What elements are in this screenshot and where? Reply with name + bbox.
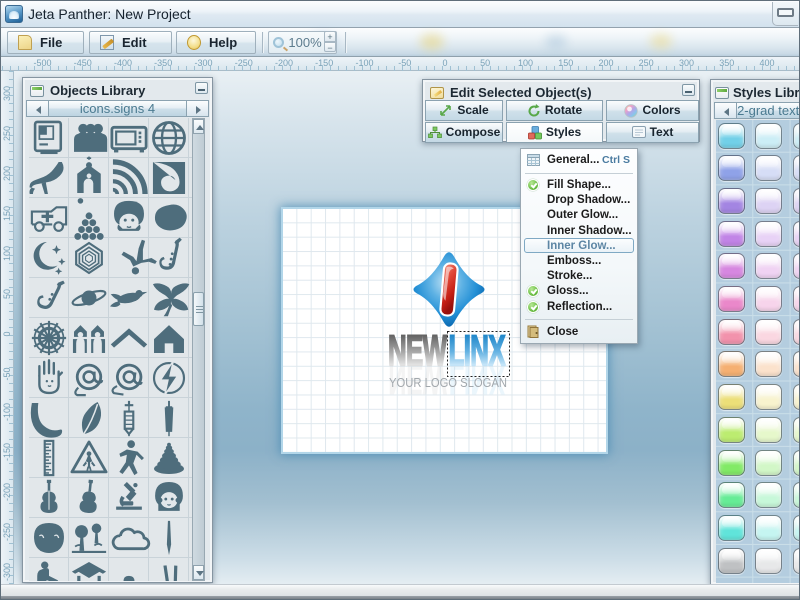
- svg-text:YOUR LOGO SLOGAN: YOUR LOGO SLOGAN: [389, 376, 507, 390]
